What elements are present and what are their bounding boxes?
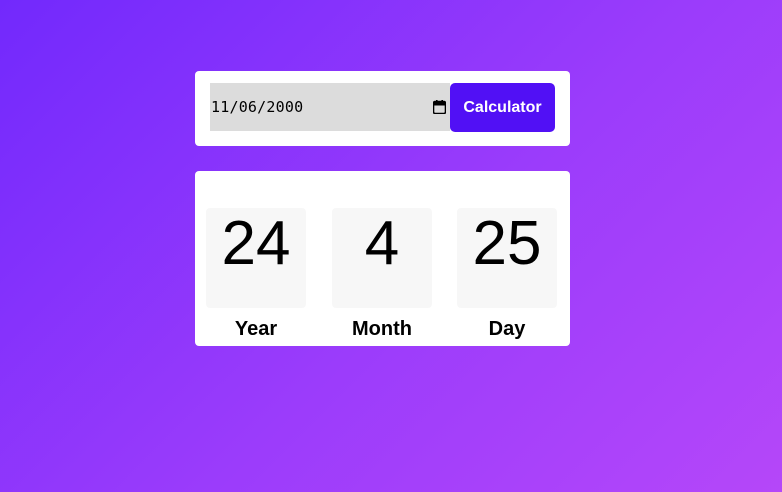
day-result: 25 Day	[457, 208, 557, 341]
date-input-value[interactable]: 11/06/2000	[211, 98, 303, 116]
year-label: Year	[234, 318, 278, 340]
calculate-button[interactable]: Calculator	[450, 83, 555, 132]
day-label: Day	[488, 318, 526, 340]
month-result: 4 Month	[332, 208, 432, 341]
year-result: 24 Year	[206, 208, 306, 341]
month-value: 4	[332, 208, 432, 308]
date-input-card: 11/06/2000 Calculator	[195, 71, 570, 146]
month-label: Month	[352, 318, 412, 340]
year-value: 24	[206, 208, 306, 308]
age-result-card: 24 Year 4 Month 25 Day	[195, 171, 570, 346]
day-value: 25	[457, 208, 557, 308]
calendar-icon[interactable]	[433, 100, 446, 114]
date-input[interactable]: 11/06/2000	[210, 83, 450, 131]
